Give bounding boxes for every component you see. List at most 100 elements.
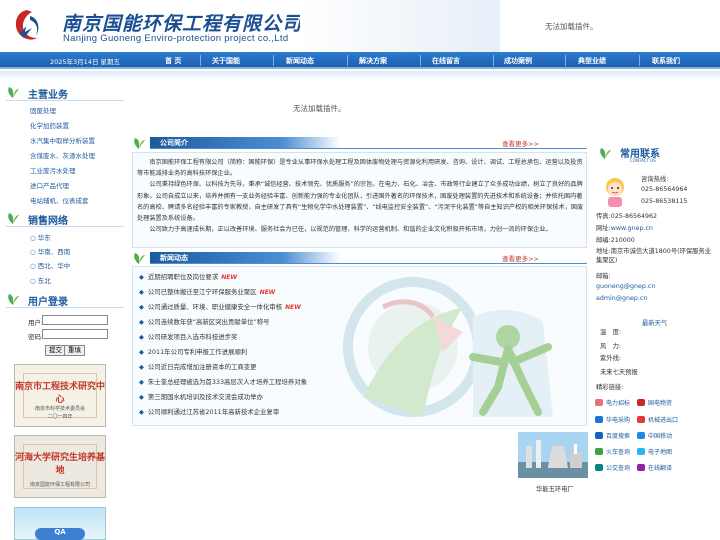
business-item[interactable]: 电站辅机、仪表成套: [30, 195, 89, 205]
news-more-link[interactable]: 查看更多>>: [502, 253, 539, 263]
sales-region-item[interactable]: ○ 华东: [30, 232, 51, 242]
news-item[interactable]: ◆ 公司近日完成增加注册资本的工商变更: [139, 362, 257, 371]
external-link[interactable]: 电子地图: [637, 447, 672, 456]
weather-forecast-link[interactable]: 未来七天预报: [600, 367, 638, 376]
business-item[interactable]: 化学加药装置: [30, 120, 69, 130]
business-item[interactable]: 水汽集中取样分析装置: [30, 135, 95, 145]
login-title: 用户登录: [28, 297, 68, 308]
contact-header: 常用联系 CONTACT US: [596, 144, 716, 164]
link-icon: [595, 399, 603, 406]
sales-region-item[interactable]: ○ 东北: [30, 275, 51, 285]
username-label: 用户:: [28, 319, 44, 327]
weather-uv: 紫外线:: [600, 355, 622, 362]
news-item[interactable]: ◆ 近期招聘职位及岗位要求 NEW: [139, 272, 237, 281]
nav-message[interactable]: 在线留言: [432, 56, 460, 66]
zip-code: 邮编:210000: [596, 237, 635, 244]
certificate-year: 二〇一四年: [47, 414, 73, 420]
address: 地址:南京市诚信大道1800号(环保服务业集聚区): [596, 248, 712, 264]
login-section-title: 用户登录: [6, 291, 124, 308]
login-submit-button[interactable]: 提交: [45, 345, 66, 356]
nav-home[interactable]: 首 页: [165, 56, 181, 66]
password-input[interactable]: [42, 329, 108, 339]
news-item[interactable]: ◆ 公司通过质量、环境、职业健康安全一体化审核 NEW: [139, 302, 301, 311]
right-sidebar: 常用联系 CONTACT US 咨询热线: 025-86564964 025-8…: [518, 80, 720, 540]
business-item[interactable]: 固废处理: [30, 105, 56, 115]
business-item[interactable]: 含煤废水、灰渣水处理: [30, 150, 95, 160]
qa-label: QA: [35, 528, 85, 540]
nav-divider: [493, 55, 494, 66]
nav-contact[interactable]: 联系我们: [652, 56, 680, 66]
link-icon: [595, 448, 603, 455]
password-label: 密码:: [28, 333, 44, 341]
sports-background-art: [343, 277, 553, 417]
nav-solutions[interactable]: 解决方案: [359, 56, 387, 66]
intro-text: 南京国能环保工程有限公司（简称：国能环保）是专业从事环保水处理工程及固体废物处理…: [137, 157, 584, 235]
intro-paragraph: 南京国能环保工程有限公司（简称：国能环保）是专业从事环保水处理工程及固体废物处理…: [137, 159, 583, 178]
plant-caption: 华能玉环电厂: [536, 486, 574, 493]
business-section-title: 主营业务: [6, 84, 124, 101]
news-item[interactable]: ◆ 朱士奎总经理被选为首333高层次人才培养工程培养对象: [139, 377, 307, 386]
hotline-label: 咨询热线:: [641, 176, 669, 183]
username-input[interactable]: [42, 315, 108, 325]
external-link[interactable]: 电力招标: [595, 398, 630, 407]
news-title: 新闻动态: [160, 254, 188, 262]
news-item[interactable]: ◆ 2011年公司专利申报工作进展顺利: [139, 347, 247, 356]
business-item[interactable]: 进口产品代理: [30, 180, 69, 190]
flash-plugin-placeholder: 无法加载插件。: [293, 104, 346, 113]
email-link[interactable]: guoneng@gnep.cn: [596, 283, 655, 290]
external-link[interactable]: 中国移动: [637, 431, 672, 440]
links-title: 精彩链接:: [596, 384, 624, 391]
news-item[interactable]: ◆ 公司连续数年获“高新区突出贡献单位”称号: [139, 317, 270, 326]
sales-region-item[interactable]: ○ 西北、华中: [30, 260, 70, 270]
intro-more-link[interactable]: 查看更多>>: [502, 138, 539, 148]
certificate-issuer: 南京国能环保工程有限公司: [29, 482, 90, 488]
business-item[interactable]: 工业废污水处理: [30, 165, 76, 175]
email-label: 邮箱:: [596, 273, 611, 280]
section-divider: [6, 100, 124, 101]
external-link[interactable]: 百度搜索: [595, 431, 630, 440]
email-link[interactable]: admin@gnep.cn: [596, 295, 647, 302]
nav-cases[interactable]: 成功案例: [504, 56, 532, 66]
news-item[interactable]: ◆ 公司已整体搬迁至江宁环保服务业聚区 NEW: [139, 287, 275, 296]
leaf-icon: [8, 87, 19, 98]
leaf-icon: [134, 253, 145, 264]
news-item[interactable]: ◆ 公司顺利通过江苏省2011年高新技术企业复审: [139, 407, 279, 416]
nav-shadow: [0, 71, 720, 80]
intro-panel: 南京国能环保工程有限公司（简称：国能环保）是专业从事环保水处理工程及固体废物处理…: [132, 152, 587, 248]
nav-news[interactable]: 新闻动态: [286, 56, 314, 66]
external-link[interactable]: 华电采购: [595, 415, 630, 424]
certificate-issuer: 南京市科学技术委员会: [34, 406, 85, 412]
left-sidebar: 主营业务 固废处理 化学加药装置 水汽集中取样分析装置 含煤废水、灰渣水处理 工…: [0, 80, 125, 540]
external-link[interactable]: 火车查询: [595, 447, 630, 456]
weather-wind: 风 力:: [600, 343, 622, 350]
news-header: 新闻动态 查看更多>>: [132, 252, 587, 264]
sales-region-item[interactable]: ○ 华南、西南: [30, 246, 70, 256]
sales-title: 销售网络: [28, 216, 68, 227]
qa-banner[interactable]: QA: [14, 507, 106, 540]
certificate-title: 南京市工程技术研究中心: [15, 382, 106, 405]
news-item[interactable]: ◆ 公司研发项目入选市科技进步奖: [139, 332, 237, 341]
new-badge: NEW: [285, 304, 301, 311]
phone-number: 025-86538115: [641, 198, 688, 205]
weather-title: 最新天气: [642, 320, 668, 327]
company-logo-icon: [15, 10, 39, 40]
nav-about[interactable]: 关于国能: [212, 56, 240, 66]
link-icon: [637, 432, 645, 439]
nav-divider: [200, 55, 201, 66]
link-icon: [595, 416, 603, 423]
external-link[interactable]: 在线翻译: [637, 463, 672, 472]
website-link[interactable]: www.gnep.cn: [611, 225, 653, 232]
contact-subtitle: CONTACT US: [630, 158, 656, 163]
intro-title: 公司简介: [160, 139, 188, 147]
external-link[interactable]: 机械进出口: [637, 415, 678, 424]
intro-paragraph: 公司秉持绿色环保、以科技为先导，秉承“诚信经营、技术领先、优质服务”的宗旨。在电…: [137, 181, 584, 223]
external-link[interactable]: 公交查询: [595, 463, 630, 472]
news-item[interactable]: ◆ 第三期国水机培训及技术交流会成功举办: [139, 392, 263, 401]
login-reset-button[interactable]: 重填: [64, 345, 85, 356]
external-link[interactable]: 国电物资: [637, 398, 672, 407]
weather-temp: 温 度:: [600, 329, 622, 336]
intro-paragraph: 公司致力于高速成长期，正以改善环境、服务社会为已任，以规范的管理、科学的运营机制…: [149, 226, 552, 234]
main-navigation: 2025年3月14日 星期五 首 页 关于国能 新闻动态 解决方案 在线留言 成…: [0, 52, 720, 69]
nav-performance[interactable]: 典型业绩: [578, 56, 606, 66]
business-title: 主营业务: [28, 90, 68, 101]
